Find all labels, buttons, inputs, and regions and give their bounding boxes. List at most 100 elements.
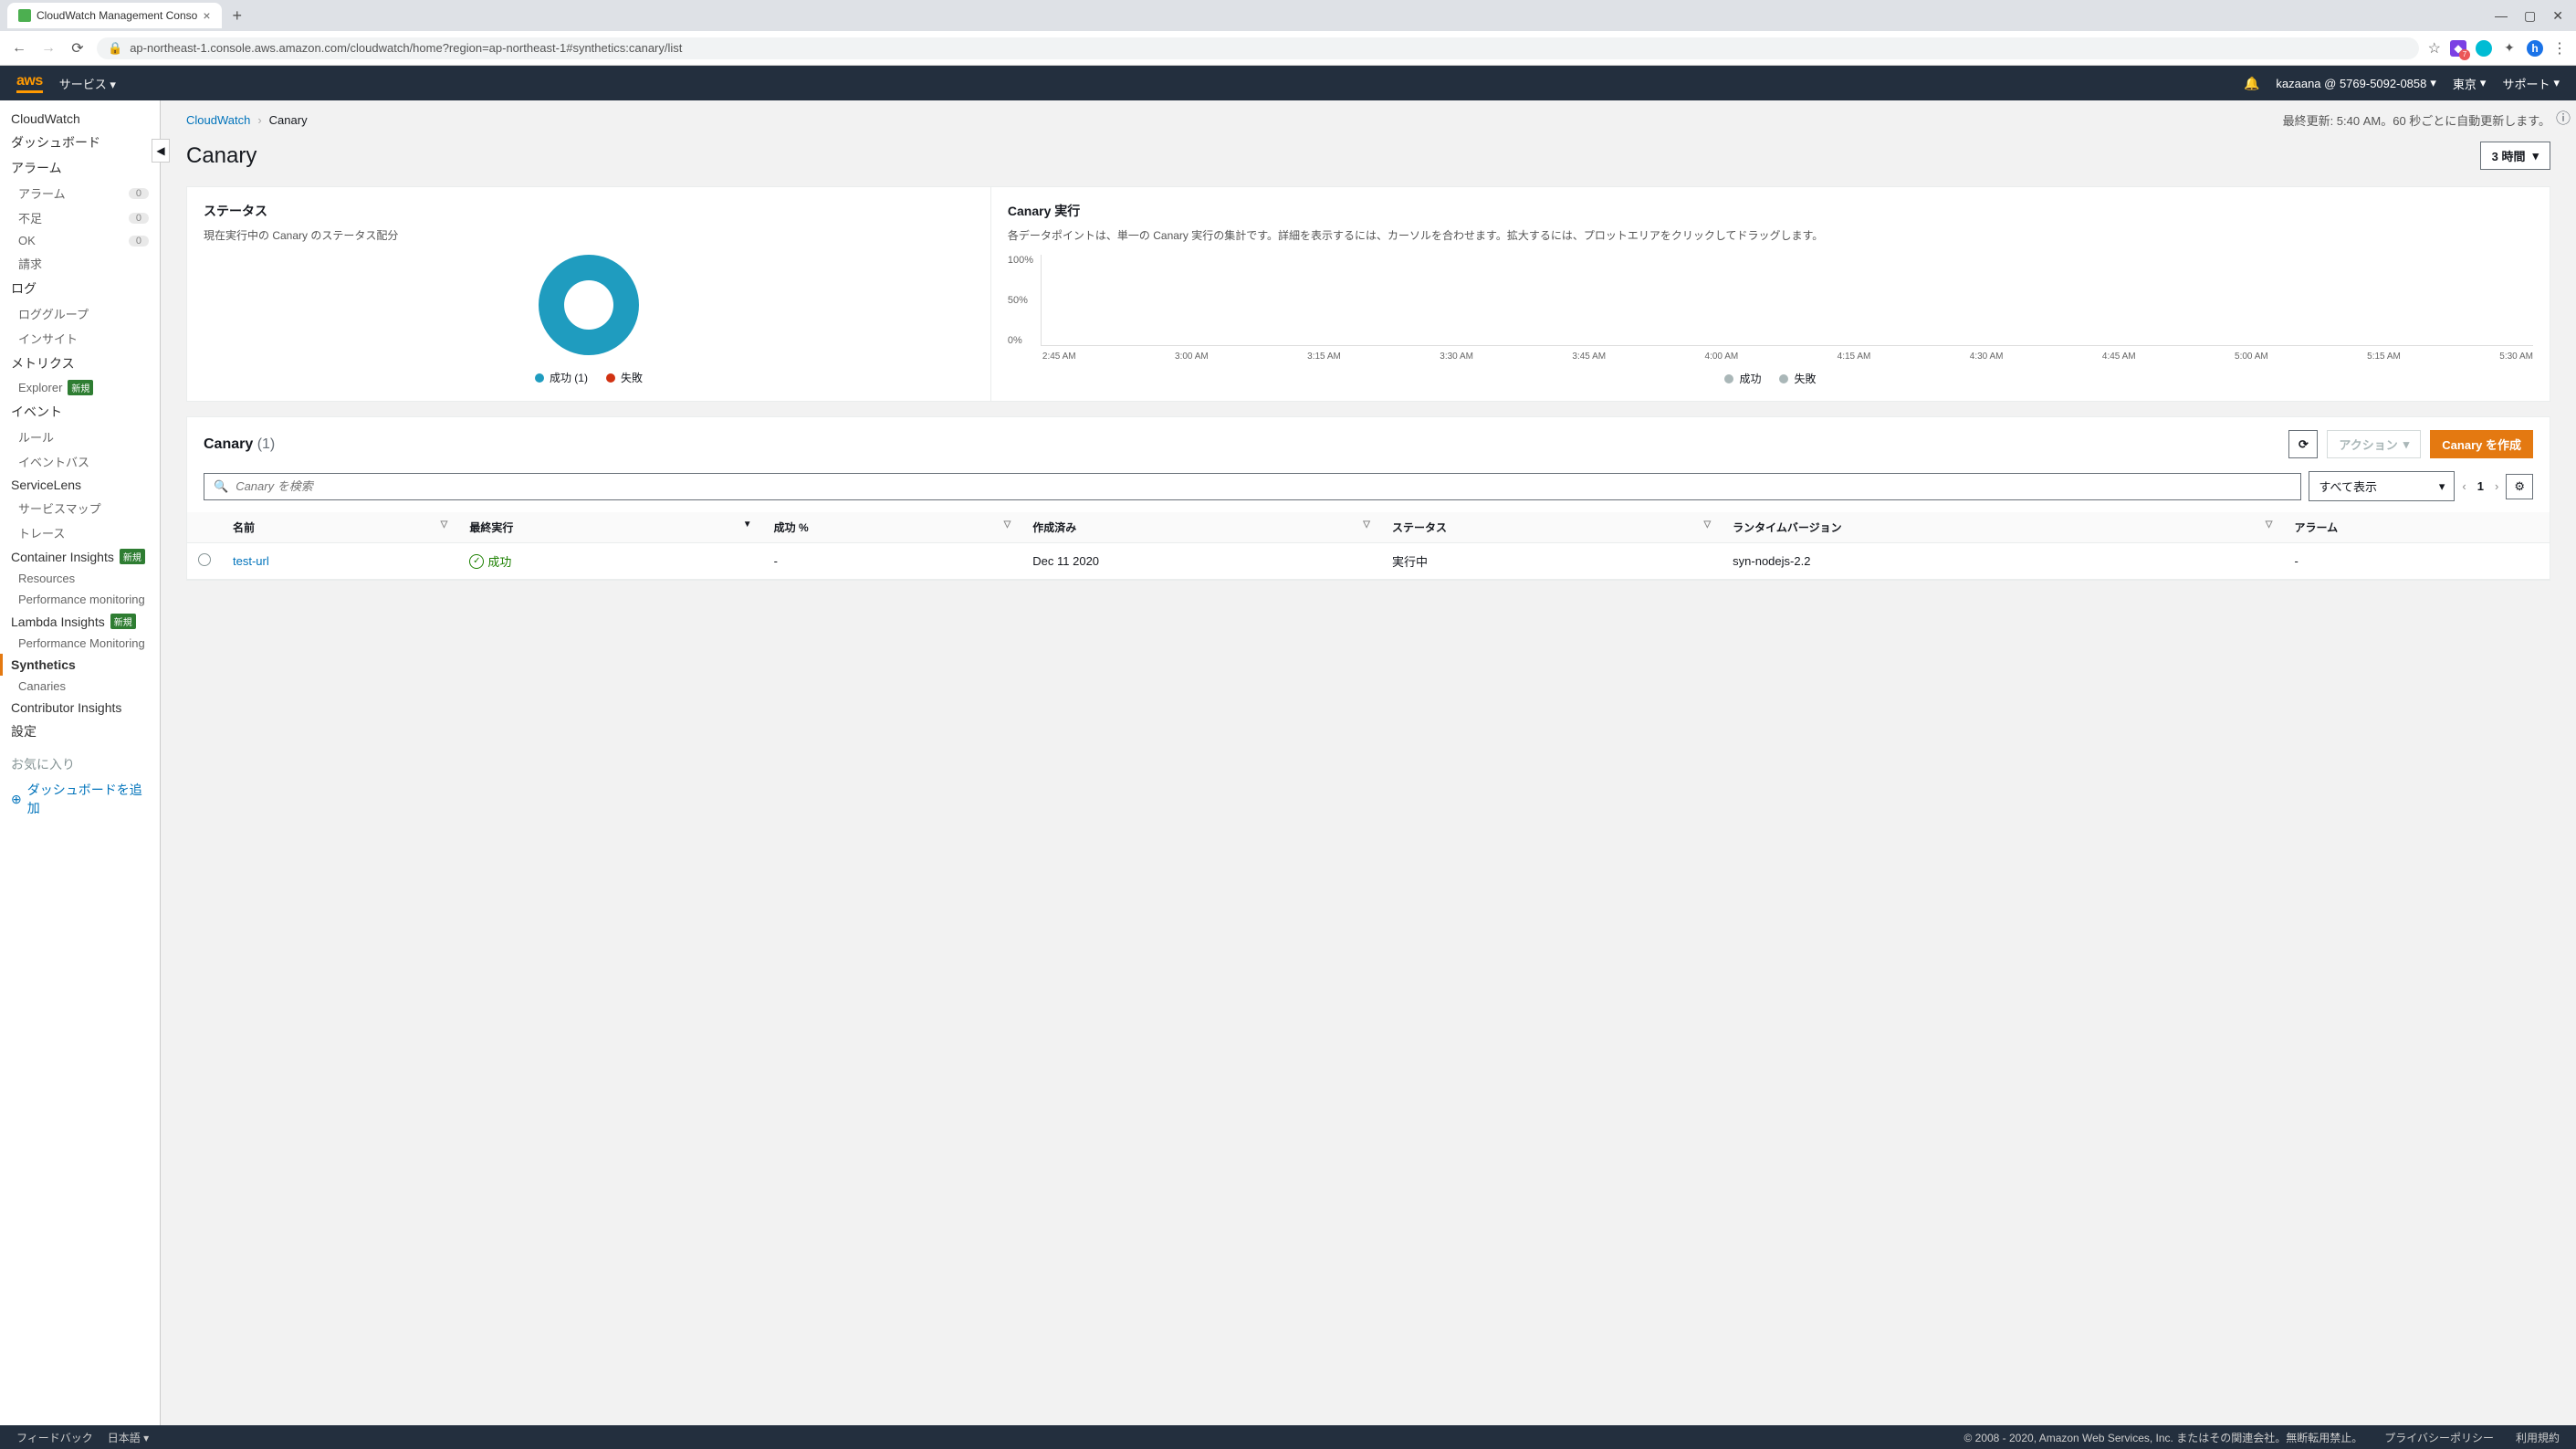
status-panel-desc: 現在実行中の Canary のステータス配分 bbox=[204, 227, 974, 244]
last-run-status: 成功 bbox=[469, 552, 751, 570]
canary-list-title: Canary (1) bbox=[204, 436, 275, 453]
notifications-icon[interactable]: 🔔 bbox=[2244, 76, 2259, 91]
sidebar-alarm[interactable]: アラーム bbox=[0, 155, 160, 181]
sidebar-container-insights[interactable]: Container Insights 新規 bbox=[0, 545, 160, 568]
actions-button[interactable]: アクション ▾ bbox=[2327, 430, 2421, 458]
browser-chrome: CloudWatch Management Conso × + — ▢ ✕ ← … bbox=[0, 0, 2576, 66]
window-controls: — ▢ ✕ bbox=[2495, 8, 2569, 24]
sidebar-favorites: お気に入り bbox=[0, 751, 160, 777]
language-select[interactable]: 日本語 ▾ bbox=[108, 1430, 149, 1445]
sidebar-servicelens-map[interactable]: サービスマップ bbox=[0, 496, 160, 520]
sidebar-metrics[interactable]: メトリクス bbox=[0, 351, 160, 376]
feedback-link[interactable]: フィードバック bbox=[16, 1430, 93, 1445]
close-window-icon[interactable]: ✕ bbox=[2552, 8, 2563, 24]
sidebar-canaries[interactable]: Canaries bbox=[0, 676, 160, 697]
profile-avatar[interactable]: h bbox=[2527, 40, 2543, 57]
canary-table: 名前▽ 最終実行▼ 成功 %▽ 作成済み▽ ステータス▽ ランタイムバージョン▽… bbox=[187, 512, 2550, 580]
extensions-menu-icon[interactable]: ✦ bbox=[2501, 40, 2518, 57]
extension-icons: ☆ ◆ ✦ h ⋮ bbox=[2428, 39, 2567, 58]
table-row[interactable]: test-url 成功 - Dec 11 2020 実行中 syn-nodejs… bbox=[187, 543, 2550, 580]
sidebar-contributor[interactable]: Contributor Insights bbox=[0, 697, 160, 719]
last-update-text: 最終更新: 5:40 AM。60 秒ごとに自動更新します。 bbox=[2283, 111, 2550, 129]
new-tab-button[interactable]: + bbox=[227, 6, 248, 26]
time-range-select[interactable]: 3 時間 ▾ bbox=[2480, 142, 2550, 170]
privacy-link[interactable]: プライバシーポリシー bbox=[2384, 1430, 2494, 1445]
info-icon[interactable]: ⓘ bbox=[2556, 106, 2571, 128]
breadcrumb-current: Canary bbox=[269, 113, 308, 127]
sidebar-events-rules[interactable]: ルール bbox=[0, 425, 160, 449]
refresh-icon: ⟳ bbox=[2299, 437, 2309, 452]
account-menu[interactable]: kazaana @ 5769-5092-0858 ▾ bbox=[2276, 76, 2436, 90]
terms-link[interactable]: 利用規約 bbox=[2516, 1430, 2560, 1445]
canary-name-link[interactable]: test-url bbox=[233, 554, 269, 568]
support-menu[interactable]: サポート ▾ bbox=[2502, 75, 2560, 92]
refresh-button[interactable]: ⟳ bbox=[2288, 430, 2318, 458]
sidebar-collapse-button[interactable]: ◀ bbox=[152, 139, 170, 163]
sidebar-log[interactable]: ログ bbox=[0, 276, 160, 301]
status-donut-chart[interactable] bbox=[539, 255, 639, 355]
lock-icon: 🔒 bbox=[108, 41, 122, 56]
tab-bar: CloudWatch Management Conso × + — ▢ ✕ bbox=[0, 0, 2576, 31]
sidebar-container-resources[interactable]: Resources bbox=[0, 568, 160, 589]
maximize-icon[interactable]: ▢ bbox=[2524, 8, 2536, 24]
legend-exec-success: 成功 bbox=[1724, 371, 1761, 386]
services-menu[interactable]: サービス ▾ bbox=[59, 75, 116, 92]
sidebar-add-dashboard[interactable]: ダッシュボードを追加 bbox=[0, 777, 160, 821]
sidebar-log-groups[interactable]: ロググループ bbox=[0, 301, 160, 326]
prev-page-icon[interactable]: ‹ bbox=[2462, 479, 2466, 493]
filter-select[interactable]: すべて表示▾ bbox=[2309, 471, 2455, 501]
sidebar-metrics-explorer[interactable]: Explorer 新規 bbox=[0, 376, 160, 399]
sidebar-cloudwatch[interactable]: CloudWatch bbox=[0, 108, 160, 130]
search-input[interactable]: 🔍 bbox=[204, 473, 2301, 500]
aws-logo[interactable]: aws bbox=[16, 73, 43, 93]
breadcrumb: CloudWatch › Canary 最終更新: 5:40 AM。60 秒ごと… bbox=[186, 111, 2550, 129]
browser-tab[interactable]: CloudWatch Management Conso × bbox=[7, 3, 222, 28]
sidebar-container-perf[interactable]: Performance monitoring bbox=[0, 589, 160, 610]
tab-title: CloudWatch Management Conso bbox=[37, 9, 197, 22]
chevron-down-icon: ▾ bbox=[2439, 479, 2445, 494]
sidebar-alarm-ok[interactable]: OK0 bbox=[0, 230, 160, 251]
exec-plot-area[interactable] bbox=[1041, 255, 2533, 346]
legend-exec-fail: 失敗 bbox=[1779, 371, 1816, 386]
forward-button[interactable]: → bbox=[38, 38, 58, 58]
sidebar-synthetics[interactable]: Synthetics bbox=[0, 654, 160, 676]
next-page-icon[interactable]: › bbox=[2495, 479, 2498, 493]
gear-icon: ⚙ bbox=[2514, 479, 2525, 493]
minimize-icon[interactable]: — bbox=[2495, 8, 2508, 24]
browser-menu-icon[interactable]: ⋮ bbox=[2552, 39, 2567, 58]
sidebar-lambda-perf[interactable]: Performance Monitoring bbox=[0, 633, 160, 654]
sidebar-dashboard[interactable]: ダッシュボード bbox=[0, 130, 160, 155]
url-text: ap-northeast-1.console.aws.amazon.com/cl… bbox=[130, 41, 682, 55]
tab-favicon bbox=[18, 9, 31, 22]
copyright: © 2008 - 2020, Amazon Web Services, Inc.… bbox=[1963, 1430, 2362, 1445]
url-box[interactable]: 🔒 ap-northeast-1.console.aws.amazon.com/… bbox=[97, 37, 2419, 59]
breadcrumb-root[interactable]: CloudWatch bbox=[186, 113, 250, 127]
sidebar-alarm-insufficient[interactable]: 不足0 bbox=[0, 205, 160, 230]
exec-panel-title: Canary 実行 bbox=[1008, 202, 2533, 220]
legend-success: 成功 (1) bbox=[535, 370, 588, 385]
sidebar-servicelens[interactable]: ServiceLens bbox=[0, 474, 160, 496]
chevron-right-icon: › bbox=[257, 113, 261, 127]
sidebar-alarm-billing[interactable]: 請求 bbox=[0, 251, 160, 276]
back-button[interactable]: ← bbox=[9, 38, 29, 58]
sidebar-servicelens-traces[interactable]: トレース bbox=[0, 520, 160, 545]
sidebar-events-eventbus[interactable]: イベントバス bbox=[0, 449, 160, 474]
sidebar-log-insights[interactable]: インサイト bbox=[0, 326, 160, 351]
sidebar-settings[interactable]: 設定 bbox=[0, 719, 160, 744]
sidebar-lambda-insights[interactable]: Lambda Insights 新規 bbox=[0, 610, 160, 633]
extension-icon[interactable] bbox=[2476, 40, 2492, 57]
main-content: ⓘ CloudWatch › Canary 最終更新: 5:40 AM。60 秒… bbox=[161, 100, 2576, 1425]
legend-fail: 失敗 bbox=[606, 370, 643, 385]
reload-button[interactable]: ⟳ bbox=[68, 38, 88, 58]
chevron-down-icon: ▾ bbox=[2403, 437, 2410, 452]
region-menu[interactable]: 東京 ▾ bbox=[2453, 75, 2487, 92]
tab-close-icon[interactable]: × bbox=[203, 8, 210, 23]
sidebar-alarm-alarm[interactable]: アラーム0 bbox=[0, 181, 160, 205]
sidebar-events[interactable]: イベント bbox=[0, 399, 160, 425]
bookmark-star-icon[interactable]: ☆ bbox=[2428, 39, 2441, 58]
extension-icon[interactable]: ◆ bbox=[2450, 40, 2466, 57]
page-title: Canary bbox=[186, 143, 257, 169]
create-canary-button[interactable]: Canary を作成 bbox=[2430, 430, 2533, 458]
row-radio[interactable] bbox=[198, 553, 211, 566]
settings-gear-button[interactable]: ⚙ bbox=[2506, 474, 2533, 499]
